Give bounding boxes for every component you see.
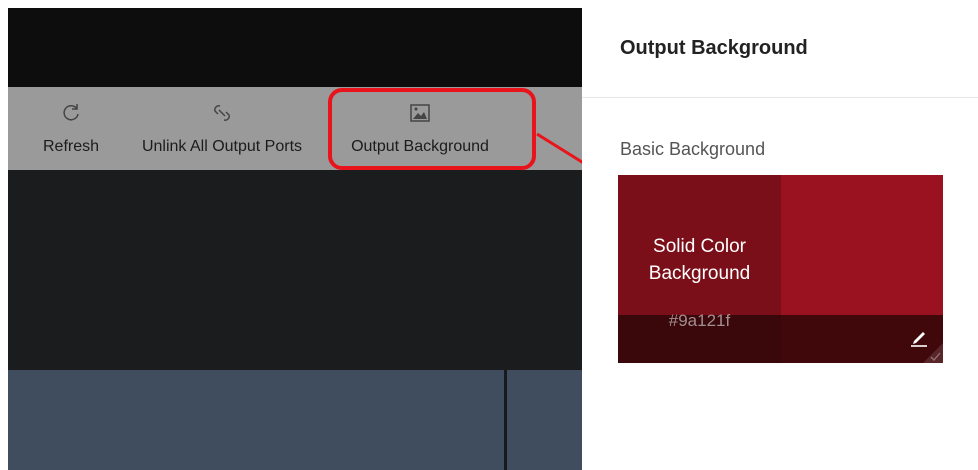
panel-divider <box>582 97 978 98</box>
top-bar <box>8 8 582 87</box>
pane-divider[interactable] <box>504 370 507 470</box>
card-title-line2: Background <box>648 263 751 284</box>
unlink-all-label: Unlink All Output Ports <box>141 138 303 155</box>
card-color-hex: #9a121f <box>668 311 731 330</box>
selected-check-icon <box>923 343 943 363</box>
panel-title: Output Background <box>620 37 808 59</box>
app-area: Refresh Unlink All Output Ports Output B… <box>8 8 582 470</box>
unlink-all-button[interactable]: Unlink All Output Ports <box>122 87 322 170</box>
refresh-icon <box>63 104 79 121</box>
card-title-line1: Solid Color <box>653 236 746 257</box>
solid-color-background-card[interactable]: Solid Color Background #9a121f <box>618 175 943 363</box>
workspace-area <box>8 170 582 370</box>
unlink-icon <box>214 105 230 121</box>
bottom-pane <box>8 370 582 470</box>
refresh-label: Refresh <box>42 138 100 155</box>
refresh-button[interactable]: Refresh <box>38 87 104 170</box>
section-label: Basic Background <box>620 139 766 159</box>
settings-panel: Output Background Basic Background Solid… <box>582 0 978 470</box>
highlight-box <box>328 88 536 170</box>
card-title: Solid Color Background <box>618 233 781 287</box>
